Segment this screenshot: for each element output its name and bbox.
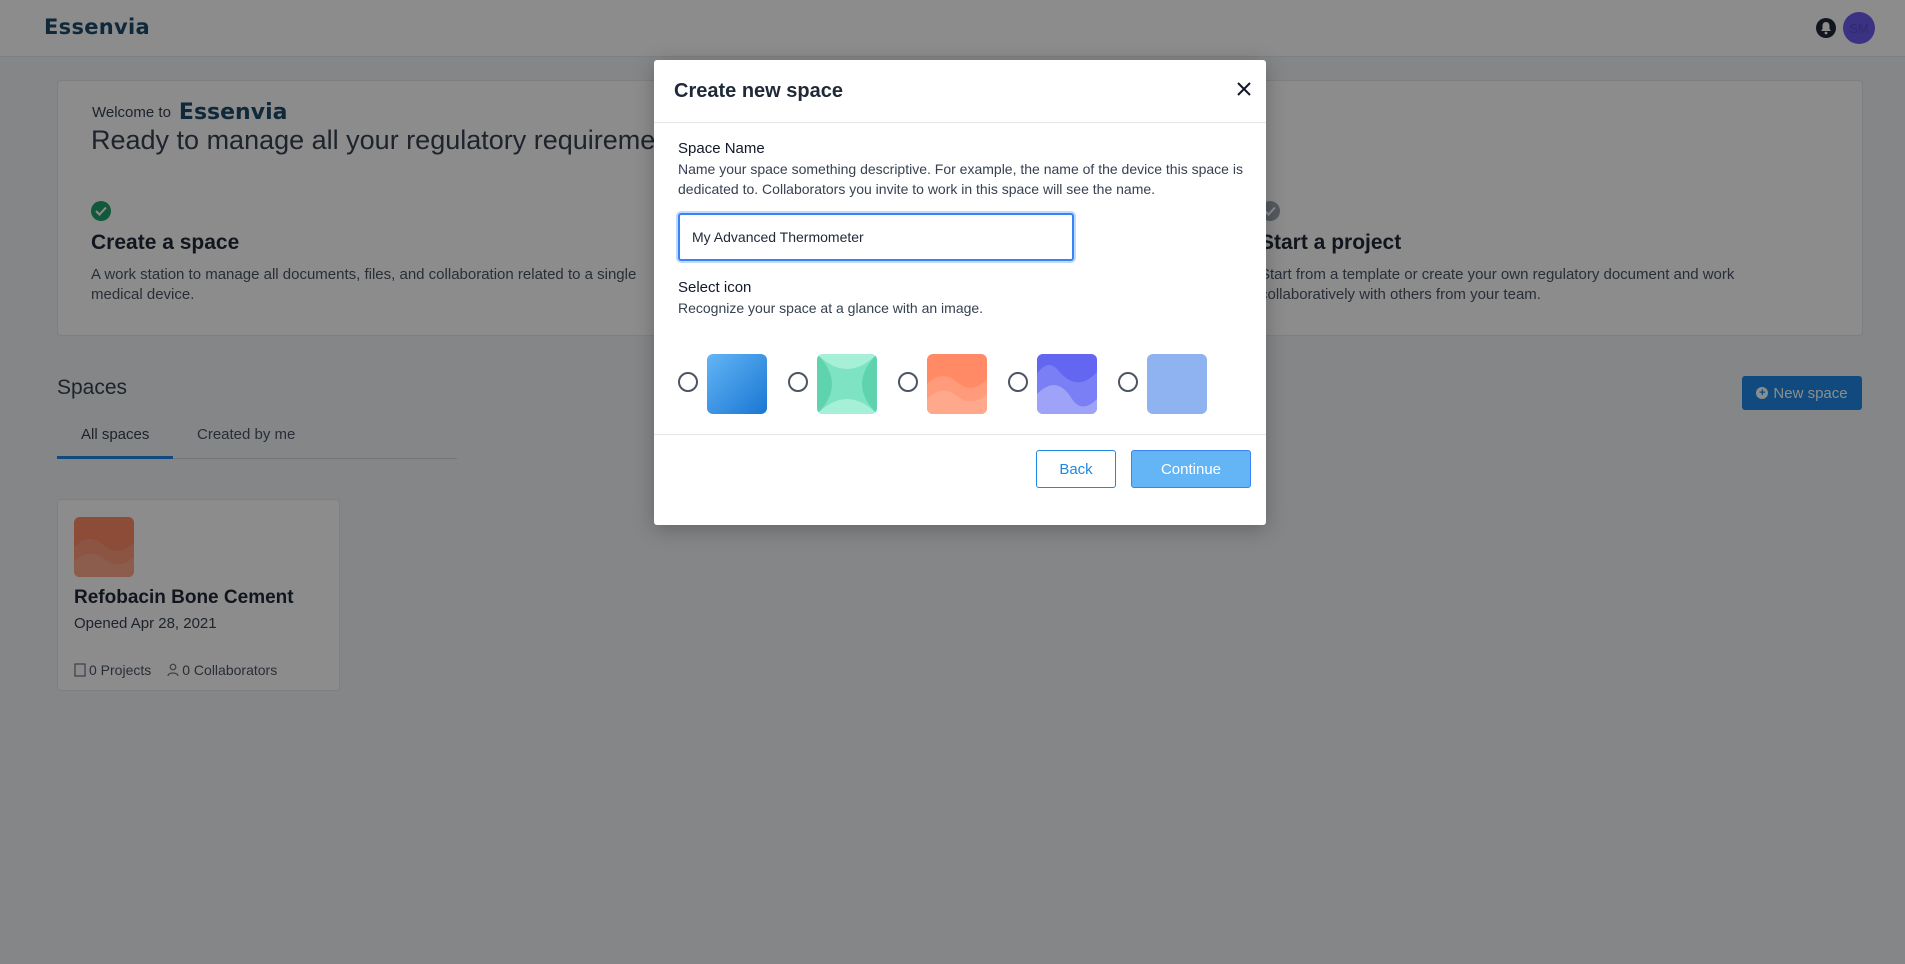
icon-picker [678,353,1248,415]
create-space-dialog: Create new space Space Name Name your sp… [654,60,1266,525]
icon-radio[interactable] [788,372,808,392]
dialog-title: Create new space [674,80,843,102]
dialog-header: Create new space [654,60,1266,123]
close-icon[interactable] [1234,79,1254,99]
dialog-footer-divider [654,434,1266,435]
coral-waves-icon[interactable] [927,354,987,414]
mint-x-icon[interactable] [817,354,877,414]
icon-option-mint-x[interactable] [788,353,888,415]
icon-radio[interactable] [678,372,698,392]
icon-radio[interactable] [1008,372,1028,392]
icon-option-blue-gradient[interactable] [678,353,778,415]
continue-button[interactable]: Continue [1131,450,1251,488]
select-icon-help: Recognize your space at a glance with an… [678,300,984,316]
back-button[interactable]: Back [1036,450,1116,488]
space-name-help: Name your space something descriptive. F… [678,161,1243,197]
icon-option-indigo-waves[interactable] [1008,353,1108,415]
indigo-waves-icon[interactable] [1037,354,1097,414]
icon-option-coral-waves[interactable] [898,353,998,415]
icon-radio[interactable] [898,372,918,392]
icon-option-light-blue[interactable] [1118,353,1218,415]
space-name-input[interactable] [678,213,1074,261]
blue-gradient-icon[interactable] [707,354,767,414]
select-icon-label: Select icon [678,279,752,296]
space-name-label: Space Name [678,140,765,157]
icon-radio[interactable] [1118,372,1138,392]
light-blue-icon[interactable] [1147,354,1207,414]
